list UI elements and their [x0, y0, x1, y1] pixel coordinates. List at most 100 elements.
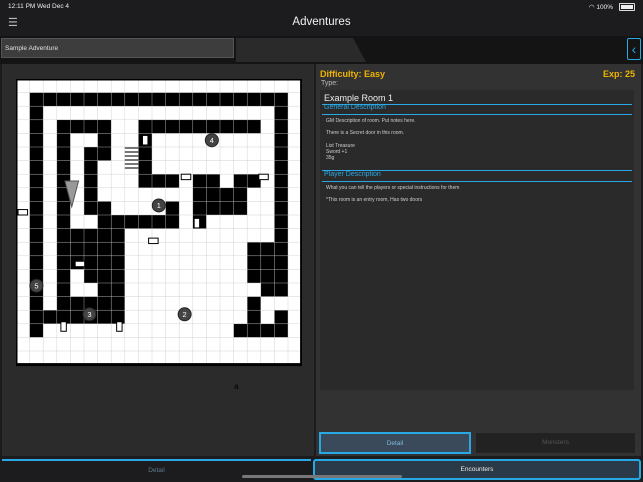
map-wall	[97, 92, 112, 107]
map-wall	[138, 160, 152, 175]
map-wall	[260, 92, 275, 107]
map-wall	[233, 201, 248, 215]
room-marker-label: 3	[87, 310, 91, 319]
map-wall	[233, 119, 248, 134]
map-wall	[206, 174, 220, 188]
stairs-icon	[124, 159, 139, 161]
map-wall	[206, 201, 220, 215]
map-wall	[56, 242, 71, 256]
map-wall	[97, 147, 112, 161]
stairs-icon	[124, 167, 139, 169]
tab-detail[interactable]: Detail	[319, 432, 471, 454]
door-icon	[17, 209, 29, 216]
door-icon	[141, 134, 149, 146]
map-wall	[274, 242, 288, 256]
map-wall	[152, 119, 166, 134]
map-wall	[165, 215, 180, 229]
general-description-heading: General Description	[324, 104, 386, 111]
map-wall	[84, 174, 98, 188]
map-wall	[70, 242, 84, 256]
map-wall	[29, 147, 44, 161]
map-wall	[56, 119, 71, 134]
nav-bar: ☰ Adventures	[0, 12, 643, 34]
map-wall	[274, 323, 288, 338]
map-wall	[274, 92, 288, 107]
map-wall	[274, 310, 288, 324]
map-wall	[29, 242, 44, 256]
room-type: Type:	[321, 80, 339, 87]
status-bar: 12:11 PM Wed Dec 4 ◠ 100%	[0, 0, 643, 12]
chevron-left-icon[interactable]: ‹	[627, 38, 641, 60]
player-line: What you can tell the players or special…	[326, 185, 460, 191]
stairs-icon	[124, 163, 139, 165]
map-wall	[274, 133, 288, 147]
map-wall	[29, 174, 44, 188]
door-icon	[116, 321, 123, 332]
map-wall	[247, 242, 261, 256]
map-wall	[192, 92, 207, 107]
door-icon	[74, 260, 86, 268]
map-wall	[111, 242, 125, 256]
map-wall	[56, 133, 71, 147]
map-wall	[260, 283, 275, 297]
map-wall	[56, 160, 71, 175]
map-wall	[70, 228, 84, 243]
map-wall	[233, 187, 248, 202]
map-wall	[97, 255, 112, 270]
map-wall	[56, 228, 71, 243]
room-name[interactable]: Example Room 1	[324, 93, 393, 103]
map-wall	[29, 133, 44, 147]
map-wall	[70, 92, 84, 107]
map-wall	[138, 92, 152, 107]
map-wall	[274, 215, 288, 229]
map-wall	[260, 323, 275, 338]
map-wall	[97, 133, 112, 147]
map-wall	[29, 187, 44, 202]
map-wall	[274, 201, 288, 215]
map-wall	[97, 228, 112, 243]
map-wall	[220, 187, 234, 202]
stairs-icon	[124, 147, 139, 149]
map-wall	[29, 215, 44, 229]
map-wall	[124, 215, 139, 229]
map-wall	[70, 310, 84, 324]
adventure-bar-wedge	[236, 38, 366, 62]
adventure-name-field[interactable]: Sample Adventure	[1, 38, 234, 58]
map-wall	[111, 255, 125, 270]
map-wall	[165, 174, 180, 188]
map-wall	[152, 92, 166, 107]
map-wall	[97, 242, 112, 256]
general-line: There is a Secret door in this room.	[326, 130, 405, 136]
room-marker-label: 1	[157, 201, 161, 210]
map-wall	[233, 92, 248, 107]
map-wall	[111, 92, 125, 107]
map-wall	[206, 187, 220, 202]
map-wall	[220, 92, 234, 107]
general-line: GM Description of room. Put notes here.	[326, 118, 416, 124]
map-wall	[84, 160, 98, 175]
map-wall	[206, 119, 220, 134]
dungeon-map[interactable]: 1 2 3 4 5 a	[16, 79, 302, 445]
map-wall	[84, 119, 98, 134]
status-date: Wed Dec 4	[37, 3, 70, 10]
map-wall	[247, 119, 261, 134]
divider	[322, 114, 632, 115]
stairs-icon	[124, 151, 139, 153]
map-wall	[260, 269, 275, 283]
door-icon	[180, 173, 192, 181]
map-wall	[29, 106, 44, 120]
home-indicator	[242, 475, 402, 478]
map-wall	[43, 92, 57, 107]
map-wall	[84, 187, 98, 202]
map-wall	[206, 92, 220, 107]
map-wall	[84, 255, 98, 270]
map-wall	[247, 310, 261, 324]
tab-monsters[interactable]: Monsters	[475, 432, 636, 454]
map-wall	[274, 255, 288, 270]
map-wall	[274, 187, 288, 202]
map-wall	[274, 147, 288, 161]
map-wall	[138, 147, 152, 161]
map-wall	[97, 269, 112, 283]
map-wall	[165, 92, 180, 107]
map-wall	[233, 174, 248, 188]
